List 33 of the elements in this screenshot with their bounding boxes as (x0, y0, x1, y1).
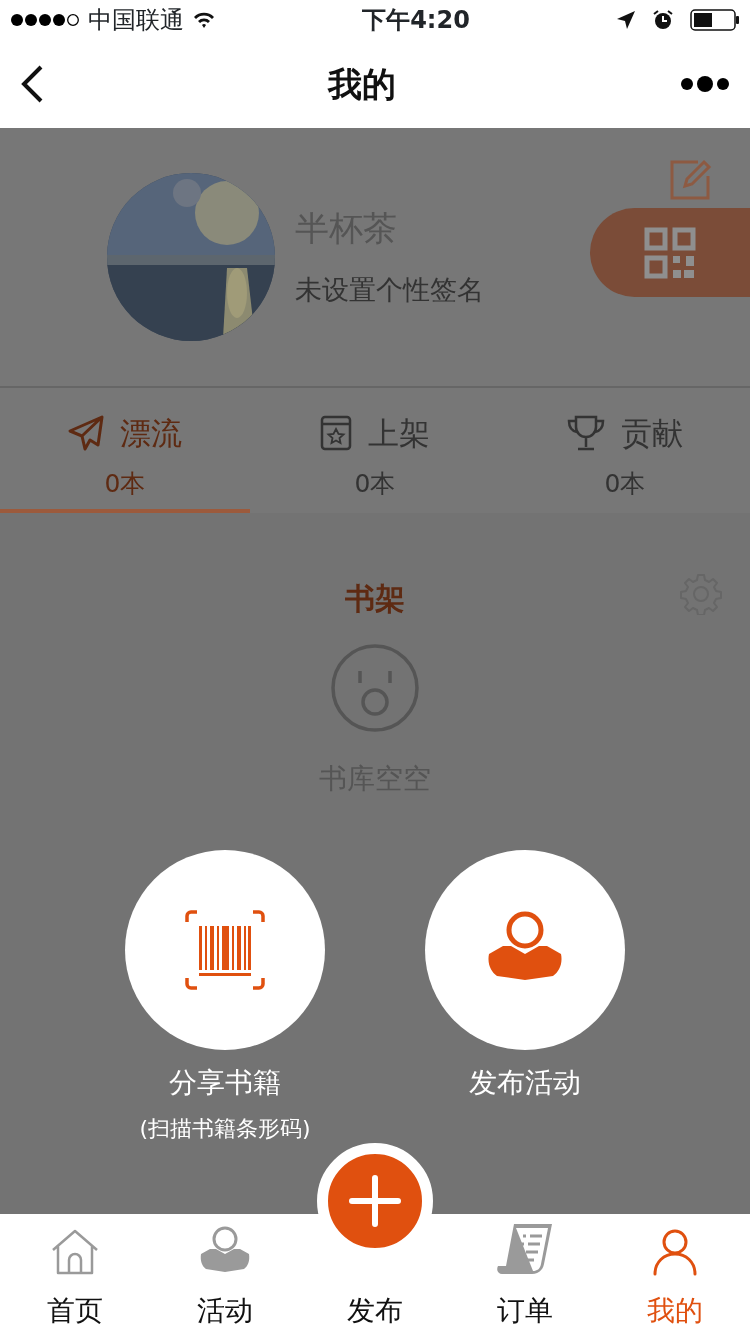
plus-icon (349, 1175, 401, 1227)
user-signature: 未设置个性签名 (295, 273, 484, 308)
trophy-icon (567, 415, 605, 452)
qr-code-icon (644, 226, 696, 279)
carrier-name: 中国联通 (88, 5, 184, 36)
edit-icon (668, 158, 712, 202)
more-button[interactable] (680, 74, 730, 94)
home-icon (50, 1228, 100, 1276)
tab-bar-item[interactable]: 活动 (150, 1214, 300, 1334)
action-label: 分享书籍 (169, 1065, 281, 1101)
location-icon (616, 10, 636, 30)
book-icon (320, 415, 352, 452)
status-time: 下午4:20 (362, 5, 470, 36)
surprised-face-icon (330, 643, 420, 733)
back-button[interactable] (20, 64, 44, 104)
shelf-title: 书架 (345, 580, 405, 618)
barcode-scan-icon (185, 910, 265, 990)
tab-bar-item[interactable]: 首页 (0, 1214, 150, 1334)
signal-icon (10, 13, 80, 27)
tab-bar-item[interactable]: 订单 (450, 1214, 600, 1334)
battery-icon (690, 9, 740, 31)
action-label: 发布活动 (469, 1065, 581, 1101)
page-title: 我的 (328, 62, 396, 106)
wifi-icon (192, 11, 216, 29)
back-icon (20, 64, 44, 104)
tab-bar-item[interactable]: 发布 (300, 1143, 450, 1334)
tab-bar-item[interactable]: 我的 (600, 1214, 750, 1334)
action-hint: (扫描书籍条形码) (139, 1115, 311, 1143)
person-icon (652, 1228, 698, 1276)
alarm-icon (652, 9, 674, 31)
more-icon (680, 74, 730, 94)
paper-plane-icon (68, 415, 104, 452)
receipt-icon (496, 1222, 554, 1276)
